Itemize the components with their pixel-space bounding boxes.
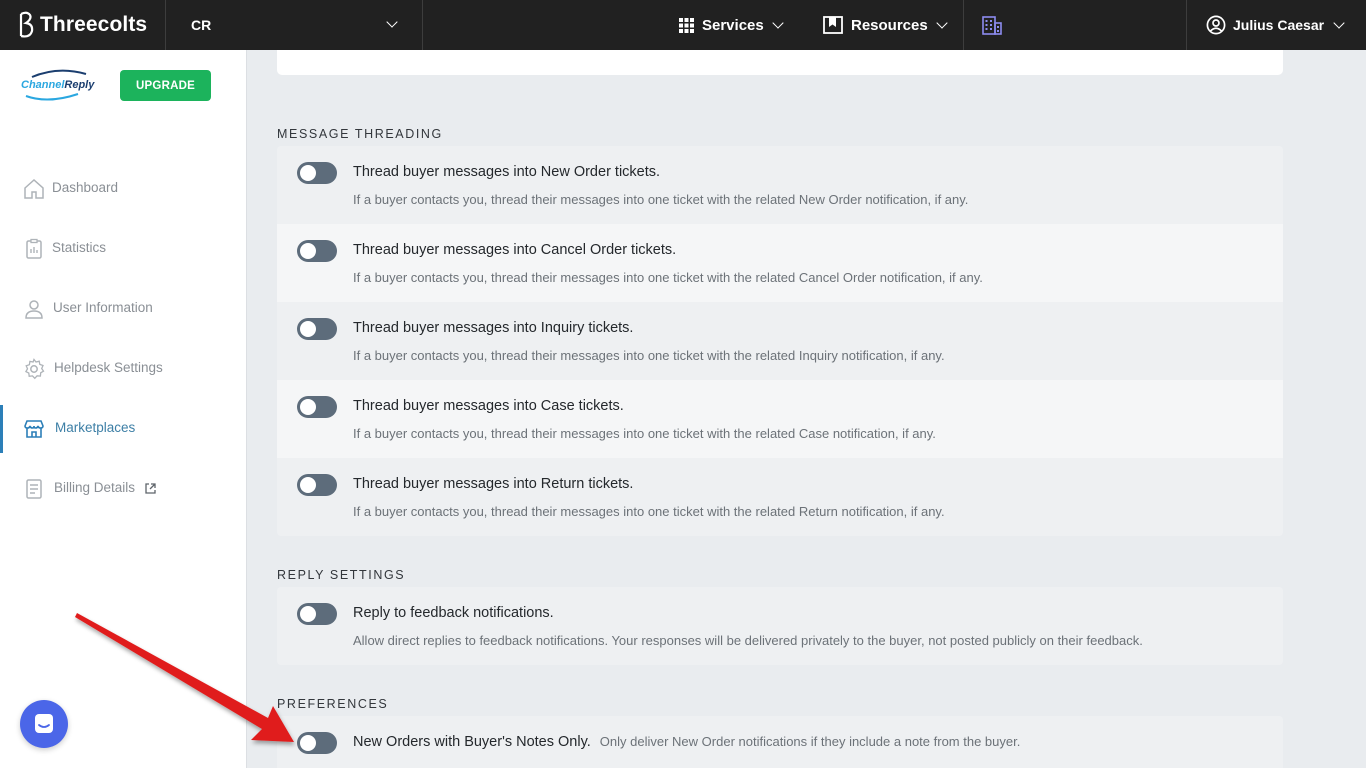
account-selector[interactable]: CR bbox=[166, 0, 422, 50]
upgrade-button[interactable]: UPGRADE bbox=[120, 70, 211, 101]
preferences-group: New Orders with Buyer's Notes Only. Only … bbox=[277, 716, 1283, 768]
toggle-knob bbox=[300, 735, 316, 751]
book-icon bbox=[823, 16, 843, 34]
sidebar-item-user-information[interactable]: User Information bbox=[0, 285, 246, 333]
services-menu[interactable]: Services bbox=[679, 0, 784, 50]
logo-channel-text: Channel bbox=[21, 79, 65, 91]
user-name: Julius Caesar bbox=[1233, 17, 1325, 33]
user-menu[interactable]: Julius Caesar bbox=[1206, 0, 1345, 50]
setting-row-thread-new-order: Thread buyer messages into New Order tic… bbox=[277, 146, 1283, 224]
external-link-icon bbox=[145, 483, 156, 494]
sidebar-item-marketplaces[interactable]: Marketplaces bbox=[0, 405, 246, 453]
toggle-knob bbox=[300, 399, 316, 415]
thread-cancel-order-toggle[interactable] bbox=[297, 240, 337, 262]
section-title-reply-settings: REPLY SETTINGS bbox=[277, 568, 406, 582]
main-content: MESSAGE THREADING Thread buyer messages … bbox=[247, 50, 1366, 768]
divider bbox=[422, 0, 423, 50]
setting-row-thread-case: Thread buyer messages into Case tickets.… bbox=[277, 380, 1283, 458]
invoice-icon bbox=[26, 479, 42, 499]
top-navigation-bar: Threecolts CR Services Resources Julius … bbox=[0, 0, 1366, 50]
chevron-down-icon bbox=[936, 17, 948, 29]
resources-label: Resources bbox=[851, 16, 928, 34]
setting-description: If a buyer contacts you, thread their me… bbox=[353, 348, 945, 363]
divider bbox=[1186, 0, 1187, 50]
setting-title: Thread buyer messages into Cancel Order … bbox=[353, 242, 677, 258]
setting-title: New Orders with Buyer's Notes Only. bbox=[353, 734, 591, 750]
setting-title: Thread buyer messages into Return ticket… bbox=[353, 476, 634, 492]
toggle-knob bbox=[300, 165, 316, 181]
chevron-down-icon bbox=[386, 16, 398, 28]
clipboard-icon bbox=[26, 238, 42, 259]
setting-row-buyer-notes-only: New Orders with Buyer's Notes Only. Only … bbox=[277, 716, 1283, 768]
setting-description: Allow direct replies to feedback notific… bbox=[353, 633, 1143, 648]
organization-button[interactable] bbox=[982, 0, 1002, 50]
threecolts-mark-icon bbox=[19, 11, 34, 38]
chat-launcher-button[interactable] bbox=[20, 700, 68, 748]
thread-case-toggle[interactable] bbox=[297, 396, 337, 418]
setting-title: Thread buyer messages into Inquiry ticke… bbox=[353, 320, 634, 336]
setting-row-thread-return: Thread buyer messages into Return ticket… bbox=[277, 458, 1283, 536]
sidebar-item-label-wrap: Billing Details bbox=[54, 480, 156, 495]
sidebar-item-label: Marketplaces bbox=[55, 420, 136, 435]
toggle-knob bbox=[300, 321, 316, 337]
sidebar-item-label: User Information bbox=[53, 300, 153, 315]
sidebar-item-helpdesk-settings[interactable]: Helpdesk Settings bbox=[0, 345, 246, 393]
section-title-message-threading: MESSAGE THREADING bbox=[277, 127, 443, 141]
setting-description: If a buyer contacts you, thread their me… bbox=[353, 426, 936, 441]
toggle-knob bbox=[300, 477, 316, 493]
section-title-preferences: PREFERENCES bbox=[277, 697, 389, 711]
brand-name: Threecolts bbox=[40, 13, 148, 36]
toggle-knob bbox=[300, 243, 316, 259]
chat-icon bbox=[35, 714, 53, 733]
sidebar-item-label: Billing Details bbox=[54, 480, 136, 495]
setting-row-reply-feedback: Reply to feedback notifications. Allow d… bbox=[277, 587, 1283, 665]
sidebar-item-dashboard[interactable]: Dashboard bbox=[0, 165, 246, 213]
toggle-knob bbox=[300, 606, 316, 622]
setting-description: If a buyer contacts you, thread their me… bbox=[353, 504, 945, 519]
setting-row-thread-cancel-order: Thread buyer messages into Cancel Order … bbox=[277, 224, 1283, 302]
thread-inquiry-toggle[interactable] bbox=[297, 318, 337, 340]
grid-icon bbox=[679, 17, 694, 33]
account-label: CR bbox=[191, 17, 212, 33]
sidebar-item-billing-details[interactable]: Billing Details bbox=[0, 465, 246, 513]
previous-settings-card bbox=[277, 50, 1283, 75]
sidebar: ChannelReply UPGRADE Dashboard Statistic… bbox=[0, 50, 247, 768]
home-icon bbox=[24, 178, 44, 199]
building-icon bbox=[982, 16, 1002, 35]
chevron-down-icon bbox=[772, 17, 784, 29]
sidebar-item-statistics[interactable]: Statistics bbox=[0, 225, 246, 273]
gear-icon bbox=[24, 358, 45, 380]
thread-return-toggle[interactable] bbox=[297, 474, 337, 496]
sidebar-item-label: Dashboard bbox=[52, 180, 119, 195]
sidebar-item-label: Statistics bbox=[52, 240, 107, 255]
setting-title: Thread buyer messages into New Order tic… bbox=[353, 164, 661, 180]
divider bbox=[963, 0, 964, 50]
chevron-down-icon bbox=[1333, 17, 1345, 29]
user-icon bbox=[25, 300, 43, 319]
channelreply-logo[interactable]: ChannelReply bbox=[18, 68, 100, 104]
logo-reply-text: Reply bbox=[64, 79, 95, 91]
setting-title: Thread buyer messages into Case tickets. bbox=[353, 398, 624, 414]
user-circle-icon bbox=[1206, 15, 1226, 35]
reply-feedback-toggle[interactable] bbox=[297, 603, 337, 625]
buyer-notes-only-toggle[interactable] bbox=[297, 732, 337, 754]
sidebar-item-label: Helpdesk Settings bbox=[54, 360, 163, 375]
thread-new-order-toggle[interactable] bbox=[297, 162, 337, 184]
setting-title: Reply to feedback notifications. bbox=[353, 605, 554, 621]
message-threading-group: Thread buyer messages into New Order tic… bbox=[277, 146, 1283, 536]
setting-description: Only deliver New Order notifications if … bbox=[599, 734, 1021, 749]
setting-title-wrap: New Orders with Buyer's Notes Only. Only … bbox=[353, 734, 1020, 750]
setting-row-thread-inquiry: Thread buyer messages into Inquiry ticke… bbox=[277, 302, 1283, 380]
store-icon bbox=[24, 420, 44, 438]
setting-description: If a buyer contacts you, thread their me… bbox=[353, 192, 969, 207]
setting-description: If a buyer contacts you, thread their me… bbox=[353, 270, 983, 285]
reply-settings-group: Reply to feedback notifications. Allow d… bbox=[277, 587, 1283, 665]
resources-menu[interactable]: Resources bbox=[823, 0, 948, 50]
services-label: Services bbox=[702, 16, 764, 34]
threecolts-logo[interactable]: Threecolts bbox=[18, 11, 147, 39]
